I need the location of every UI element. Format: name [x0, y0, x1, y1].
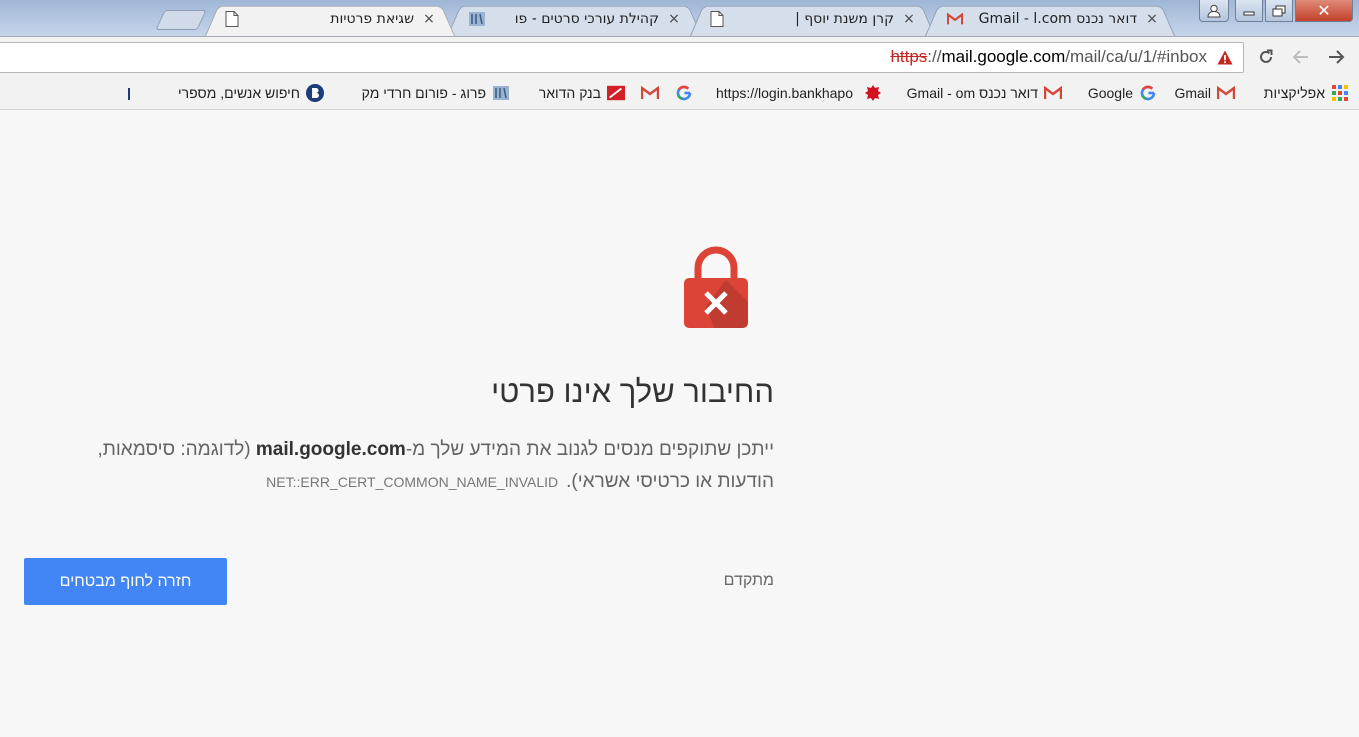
new-tab-button[interactable] [155, 10, 207, 30]
forum-icon [469, 11, 485, 27]
url-path: /mail/ca/u/1/#inbox [1065, 47, 1207, 66]
bookmark-people-search[interactable]: חיפוש אנשים, מספרי [126, 84, 324, 102]
bookmark-label: אפליקציות [1263, 85, 1325, 101]
back-arrow-icon[interactable] [1287, 43, 1315, 71]
url-separator: :// [927, 47, 942, 66]
user-profile-icon[interactable] [1199, 0, 1229, 22]
tab-title: קרן משנת יוסף | [795, 11, 894, 27]
tab-close-icon[interactable]: × [667, 11, 681, 27]
advanced-link[interactable]: מתקדם [724, 572, 774, 590]
explanation-text-pre: ייתכן שתוקפים מנסים לגנוב את המידע שלך מ… [405, 439, 774, 460]
url-host: mail.google.com [941, 47, 1066, 66]
bookmark-red-leaf[interactable] [864, 84, 882, 102]
tab-strip: שגיאת פרטיות × קהילת עורכי סרטים - פו × … [0, 0, 1359, 36]
forward-arrow-icon[interactable] [1322, 43, 1350, 71]
tab-title: דואר נכנס Gmail - l.com [978, 11, 1137, 27]
bookmark-postal-bank[interactable]: בנק הדואר [539, 84, 625, 102]
tab-close-icon[interactable]: × [1145, 11, 1159, 27]
error-code[interactable]: NET::ERR_CERT_COMMON_NAME_INVALID [266, 474, 558, 490]
tab-film-editors[interactable]: קהילת עורכי סרטים - פו × [455, 2, 695, 36]
forum-icon [492, 85, 510, 101]
restore-button[interactable] [1265, 0, 1293, 22]
reload-icon[interactable] [1252, 43, 1280, 71]
close-window-button[interactable]: ✕ [1295, 0, 1353, 22]
bookmark-label: Gmail [1174, 85, 1211, 101]
url-text: https://mail.google.com/mail/ca/u/1/#inb… [890, 47, 1207, 67]
bookmark-label: חיפוש אנשים, מספרי [178, 85, 300, 101]
tab-privacy-error[interactable]: שגיאת פרטיות × [210, 2, 450, 36]
bookmark-label: בנק הדואר [538, 85, 601, 101]
explanation-host: mail.google.com [255, 439, 406, 460]
tab-gmail-inbox[interactable]: דואר נכנס Gmail - l.com × [933, 2, 1173, 36]
minimize-button[interactable] [1235, 0, 1263, 22]
b-logo-icon [306, 84, 324, 102]
tab-title: שגיאת פרטיות [330, 11, 414, 27]
bookmark-label: פרוג - פורום חרדי מק [361, 85, 486, 101]
bookmark-google[interactable]: Google [1088, 84, 1157, 102]
omnibox[interactable]: https://mail.google.com/mail/ca/u/1/#inb… [0, 42, 1244, 73]
tab-close-icon[interactable]: × [902, 11, 916, 27]
bookmark-label: Google [1087, 85, 1133, 101]
bookmark-gmail[interactable]: Gmail [1174, 84, 1235, 102]
window-controls: ✕ [1199, 0, 1353, 22]
url-scheme: https [890, 47, 928, 66]
lock-error-icon [684, 246, 748, 328]
tab-title: קהילת עורכי סרטים - פו [514, 11, 659, 27]
bookmarks-bar: אפליקציות Gmail Google דואר נכנס Gmail -… [0, 76, 1359, 110]
back-to-safety-button[interactable]: חזרה לחוף מבטחים [24, 558, 227, 605]
tab-keren-mishnat-yosef[interactable]: קרן משנת יוסף | × [695, 2, 930, 36]
security-warning-icon[interactable] [1217, 50, 1233, 65]
gmail-icon [1217, 85, 1235, 101]
red-leaf-icon [864, 85, 882, 101]
explanation-paragraph: ייתכן שתוקפים מנסים לגנוב את המידע שלך מ… [54, 434, 774, 498]
toolbar: https://mail.google.com/mail/ca/u/1/#inb… [0, 36, 1359, 76]
bookmark-label: דואר נכנס Gmail - om [906, 85, 1038, 101]
google-icon [675, 85, 693, 101]
document-icon [224, 11, 240, 27]
apps-grid-icon [1331, 85, 1349, 101]
page-title: החיבור שלך אינו פרטי [491, 374, 774, 409]
google-icon [1139, 85, 1157, 101]
bookmark-prog-forum[interactable]: פרוג - פורום חרדי מק [335, 84, 510, 102]
bookmark-overflow-edge [128, 88, 130, 100]
bookmark-gmail-inbox[interactable]: דואר נכנס Gmail - om [907, 84, 1062, 102]
gmail-icon [641, 85, 659, 101]
bookmark-gmail-2[interactable] [641, 84, 659, 102]
bookmark-google-2[interactable] [675, 84, 693, 102]
bookmark-bankhapoalim[interactable]: https://login.bankhapo [706, 84, 853, 102]
bookmark-label: https://login.bankhapo [716, 85, 853, 101]
bank-icon [607, 85, 625, 101]
gmail-icon [947, 11, 963, 27]
gmail-icon [1044, 85, 1062, 101]
bookmark-apps[interactable]: אפליקציות [1264, 84, 1349, 102]
document-icon [709, 11, 725, 27]
tab-close-icon[interactable]: × [422, 11, 436, 27]
